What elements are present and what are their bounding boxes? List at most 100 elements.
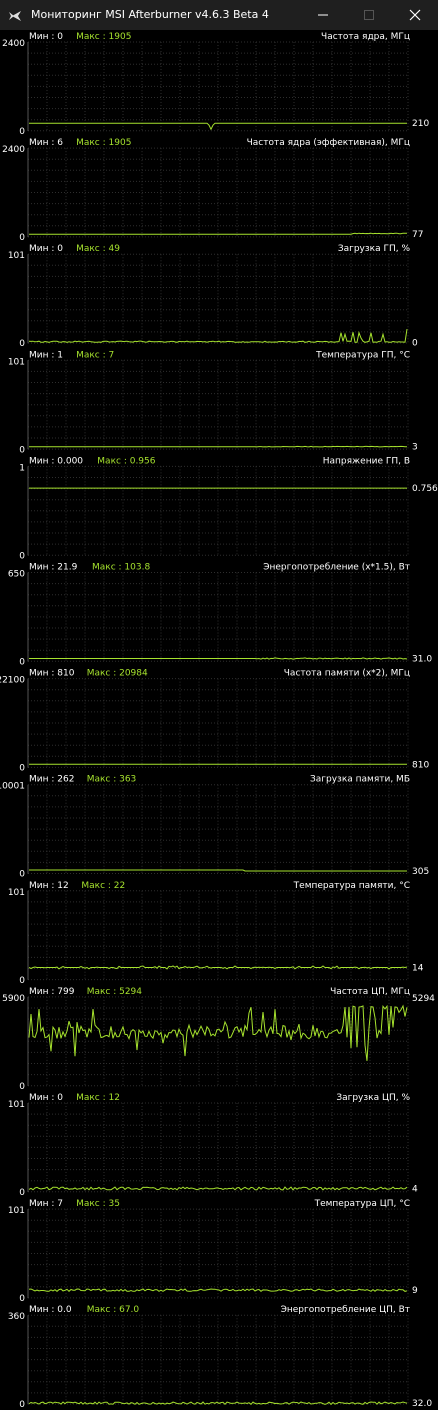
graph-panel[interactable]: Мин : 799 Макс : 5294 Частота ЦП, МГц 5900 0… (2, 987, 435, 1092)
graph-grid (27, 359, 409, 450)
current-value-label: 32.0 (412, 1399, 432, 1409)
y-max-label: 2400 (2, 145, 25, 155)
maximize-icon (364, 10, 374, 20)
graph-panel[interactable]: Мин : 0 Макс : 49 Загрузка ГП, % 101 0 0 (8, 244, 418, 349)
y-min-label: 0 (19, 1082, 25, 1092)
y-max-label: 650 (8, 570, 25, 580)
y-max-label: 101 (8, 1100, 25, 1110)
current-value-label: 77 (412, 230, 423, 240)
graph-grid (27, 1102, 409, 1193)
max-label: Макс : 20984 (87, 669, 148, 679)
graph-title: Частота памяти (х*2), МГц (284, 669, 410, 679)
series-line (29, 657, 408, 660)
min-label: Мин : 7 (29, 1199, 63, 1209)
y-min-label: 0 (19, 1188, 25, 1198)
min-label: Мин : 810 (29, 669, 75, 679)
y-min-label: 0 (19, 764, 25, 774)
current-value-label: 31.0 (412, 655, 432, 665)
y-min-label: 0 (19, 233, 25, 243)
graph-title: Частота ЦП, МГц (330, 987, 410, 997)
graph-grid (27, 253, 409, 344)
y-max-label: 101 (8, 1206, 25, 1216)
graph-title: Температура ЦП, °С (314, 1199, 410, 1209)
min-label: Мин : 0 (29, 244, 63, 254)
y-max-label: 101 (8, 251, 25, 261)
graphs-canvas[interactable]: Мин : 0 Макс : 1905 Частота ядра, МГц 2400 0… (0, 30, 438, 1410)
graph-title: Частота ядра (эффективная), МГц (247, 138, 410, 148)
graph-panel[interactable]: Мин : 0.0 Макс : 67.0 Энергопотребление ЦП… (8, 1305, 433, 1410)
max-label: Макс : 12 (76, 1093, 120, 1103)
maximize-button[interactable] (346, 0, 392, 30)
min-label: Мин : 0.0 (29, 1305, 72, 1315)
y-min-label: 0 (19, 339, 25, 349)
max-label: Макс : 103.8 (92, 563, 150, 573)
graph-panel[interactable]: Мин : 0 Макс : 12 Загрузка ЦП, % 101 0 4 (8, 1093, 418, 1198)
min-label: Мин : 0 (29, 1093, 63, 1103)
min-label: Мин : 262 (29, 775, 74, 785)
graph-grid (27, 41, 409, 132)
min-label: Мин : 0 (29, 32, 63, 42)
max-label: Макс : 363 (87, 775, 137, 785)
min-label: Мин : 21.9 (29, 563, 78, 573)
y-max-label: 360 (8, 1312, 25, 1322)
graph-panel[interactable]: Мин : 12 Макс : 22 Температура памяти, °С 1… (8, 881, 424, 986)
y-max-label: 5900 (2, 994, 25, 1004)
current-value-label: 210 (412, 119, 429, 129)
graph-panel[interactable]: Мин : 1 Макс : 7 Температура ГП, °С 101 0 3 (8, 350, 418, 455)
min-label: Мин : 1 (29, 350, 63, 360)
current-value-label: 810 (412, 760, 429, 770)
close-button[interactable] (392, 0, 438, 30)
y-max-label: 101 (8, 888, 25, 898)
max-label: Макс : 0.956 (97, 456, 155, 466)
graph-grid (27, 572, 409, 662)
min-label: Мин : 0.000 (29, 456, 83, 466)
y-min-label: 0 (19, 870, 25, 880)
y-min-label: 0 (19, 1294, 25, 1304)
y-max-label: 10001 (0, 782, 25, 792)
minimize-icon (318, 14, 328, 16)
max-label: Макс : 7 (76, 350, 114, 360)
y-min-label: 0 (19, 127, 25, 137)
y-min-label: 0 (19, 551, 25, 561)
max-label: Макс : 49 (76, 244, 120, 254)
minimize-button[interactable] (300, 0, 346, 30)
y-max-label: 22100 (0, 676, 25, 686)
graph-panel[interactable]: Мин : 262 Макс : 363 Загрузка памяти, МБ 10… (0, 775, 429, 880)
min-label: Мин : 6 (29, 138, 63, 148)
graph-panel[interactable]: Мин : 810 Макс : 20984 Частота памяти (х*2… (0, 669, 429, 774)
max-label: Макс : 1905 (76, 32, 131, 42)
graph-title: Загрузка памяти, МБ (310, 775, 410, 785)
graph-panel[interactable]: Мин : 21.9 Макс : 103.8 Энергопотребление … (8, 563, 433, 668)
series-line (29, 445, 407, 448)
graph-title: Частота ядра, МГц (321, 32, 410, 42)
series-line (29, 869, 407, 872)
graph-title: Температура ГП, °С (315, 350, 410, 360)
current-value-label: 4 (412, 1184, 418, 1194)
graph-panel[interactable]: Мин : 0 Макс : 1905 Частота ядра, МГц 2400 0… (2, 32, 429, 137)
max-label: Макс : 22 (81, 881, 125, 891)
graph-panel[interactable]: Мин : 6 Макс : 1905 Частота ядра (эффектив… (2, 138, 423, 243)
monitoring-graphs[interactable]: Мин : 0 Макс : 1905 Частота ядра, МГц 2400 0… (0, 30, 438, 1410)
graph-title: Напряжение ГП, В (323, 456, 410, 466)
y-max-label: 101 (8, 357, 25, 367)
max-label: Макс : 67.0 (87, 1305, 140, 1315)
graph-grid (27, 678, 409, 768)
graph-title: Загрузка ГП, % (338, 244, 411, 254)
current-value-label: 14 (412, 963, 424, 973)
graph-grid (27, 1314, 409, 1405)
y-min-label: 0 (19, 445, 25, 455)
graph-title: Энергопотребление ЦП, Вт (281, 1305, 410, 1315)
y-min-label: 0 (19, 658, 25, 668)
graph-panel[interactable]: Мин : 7 Макс : 35 Температура ЦП, °С 101 0 9 (8, 1199, 418, 1304)
title-bar[interactable]: Мониторинг MSI Afterburner v4.6.3 Beta 4 (0, 0, 438, 30)
max-label: Макс : 35 (76, 1199, 120, 1209)
graph-panel[interactable]: Мин : 0.000 Макс : 0.956 Напряжение ГП, В 1… (19, 456, 438, 561)
current-value-label: 3 (412, 443, 418, 453)
window-title: Мониторинг MSI Afterburner v4.6.3 Beta 4 (31, 8, 269, 21)
y-min-label: 0 (19, 1400, 25, 1410)
y-max-label: 2400 (2, 39, 25, 49)
y-max-label: 1 (19, 463, 25, 473)
series-line (29, 232, 408, 235)
graph-title: Загрузка ЦП, % (336, 1093, 410, 1103)
y-min-label: 0 (19, 976, 25, 986)
